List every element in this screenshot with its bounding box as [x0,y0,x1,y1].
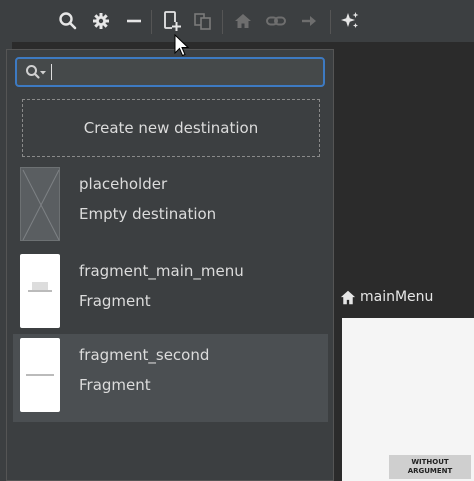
mouse-cursor-icon [174,33,190,62]
minus-icon[interactable] [122,9,146,33]
home-icon [340,290,356,304]
thumbnail-mini-text [26,374,54,376]
toolbar-separator [151,10,152,34]
toolbar [0,0,474,43]
sparkle-icon[interactable] [338,9,362,33]
destination-item-fragment-main-menu[interactable]: fragment_main_menu Fragment [13,250,328,338]
gear-icon[interactable] [89,9,113,33]
without-argument-button[interactable]: WITHOUT ARGUMENT [389,455,471,479]
destination-title: fragment_main_menu [79,262,244,280]
toolbar-separator [222,10,223,34]
placeholder-thumbnail [20,167,60,241]
arrow-right-icon[interactable] [297,9,321,33]
destination-subtitle: Fragment [79,292,151,310]
search-icon[interactable] [56,9,80,33]
search-input[interactable] [54,63,278,81]
add-destination-popup: Create new destination placeholder Empty… [6,49,334,481]
toolbar-separator [330,10,331,34]
start-destination-label[interactable]: mainMenu [340,289,433,305]
new-destination-icon[interactable] [160,9,184,33]
thumbnail-mini-widget [32,282,48,290]
home-icon[interactable] [231,9,255,33]
start-destination-name: mainMenu [360,289,434,305]
create-new-destination-button[interactable]: Create new destination [22,99,320,157]
destination-subtitle: Empty destination [79,205,217,223]
search-dropdown-icon[interactable] [25,64,47,80]
nested-graph-icon[interactable] [191,9,215,33]
link-icon[interactable] [264,9,288,33]
destination-title: fragment_second [79,346,210,364]
fragment-main-menu-thumbnail [20,254,60,328]
destination-item-placeholder[interactable]: placeholder Empty destination [13,163,328,251]
thumbnail-mini-text [28,290,52,292]
destination-title: placeholder [79,175,168,193]
destination-subtitle: Fragment [79,376,151,394]
search-field[interactable] [15,57,325,87]
fragment-second-thumbnail [20,338,60,412]
create-new-destination-label: Create new destination [83,119,259,137]
text-caret [51,64,52,80]
destination-item-fragment-second[interactable]: fragment_second Fragment [13,334,328,422]
